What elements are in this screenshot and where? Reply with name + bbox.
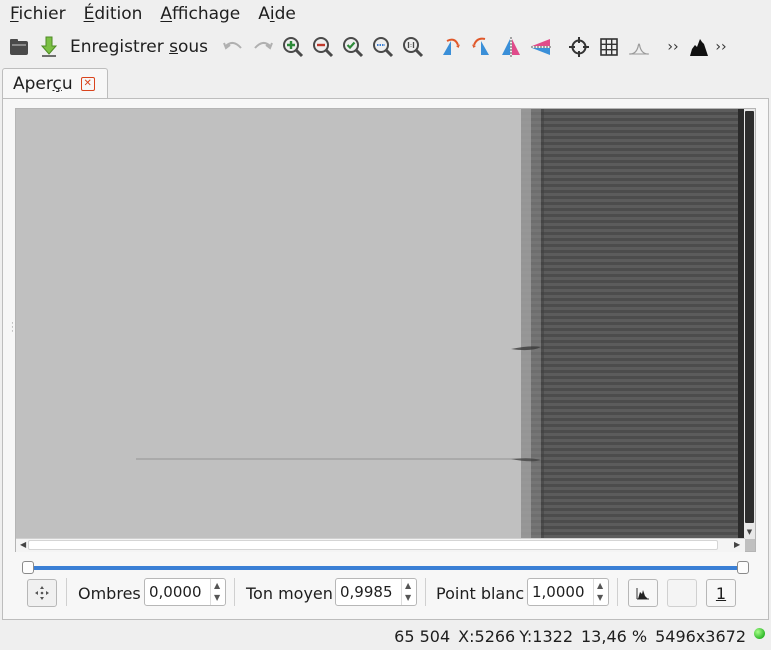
undo-icon	[223, 42, 242, 50]
midtone-stepper[interactable]: ▲ ▼	[401, 579, 416, 605]
zoom-out-icon	[313, 37, 334, 58]
toolbar-overflow-button-2[interactable]: ››	[714, 39, 728, 55]
histogram-curve-icon	[629, 43, 650, 55]
tab-bar: Aperçu ✕	[0, 66, 771, 99]
pixel-value: 65 504	[394, 626, 451, 646]
decrement-icon[interactable]: ▼	[214, 593, 220, 602]
histogram-toggle-button[interactable]	[628, 579, 658, 607]
shadows-label: Ombres	[78, 584, 141, 603]
zoom-level: 13,46 %	[581, 626, 648, 646]
close-tab-icon[interactable]: ✕	[80, 77, 95, 91]
zoom-100-button[interactable]	[398, 32, 428, 62]
histogram-icon	[690, 39, 709, 56]
menu-edit[interactable]: Édition	[74, 0, 151, 28]
menu-help[interactable]: Aide	[248, 0, 304, 28]
save-as-button[interactable]: Enregistrer sous	[64, 32, 218, 62]
vertical-scrollbar-thumb[interactable]	[745, 111, 754, 523]
menu-bar: Fichier Édition Affichage Aide	[0, 0, 771, 28]
status-bar: 65 504 X:5266 Y:1322 13,46 % 5496x3672	[0, 622, 771, 650]
levels-controls: Ombres 0,0000 ▲ ▼ Ton moyen 0,9985 ▲ ▼ Poi…	[0, 576, 771, 612]
histogram-button[interactable]	[684, 32, 714, 62]
menu-file[interactable]: Fichier	[0, 0, 74, 28]
download-arrow-icon	[40, 36, 58, 57]
move-tool-button[interactable]	[27, 579, 57, 607]
midtone-spinbox[interactable]: 0,9985 ▲ ▼	[335, 578, 417, 606]
increment-icon[interactable]: ▲	[214, 581, 220, 590]
vertical-scrollbar[interactable]: ▼	[744, 109, 755, 539]
white-point-spinbox[interactable]: 1,0000 ▲ ▼	[527, 578, 609, 606]
flip-vertical-icon	[531, 39, 552, 55]
shadows-spinbox[interactable]: 0,0000 ▲ ▼	[144, 578, 226, 606]
menu-view[interactable]: Affichage	[150, 0, 248, 28]
histogram-small-icon	[636, 588, 649, 600]
histogram-curve-button[interactable]	[624, 32, 654, 62]
flip-horizontal-button[interactable]	[496, 32, 526, 62]
separator	[617, 578, 618, 606]
move-arrows-icon	[35, 586, 49, 600]
zoom-fit-button[interactable]	[338, 32, 368, 62]
tab-preview-label: Aperçu	[13, 74, 73, 94]
cursor-x: X:5266	[458, 626, 516, 646]
redo-button[interactable]	[248, 32, 278, 62]
separator	[425, 578, 426, 606]
redo-icon	[254, 42, 273, 50]
scale-one-button[interactable]: 1	[706, 579, 736, 607]
grid-icon	[600, 38, 618, 56]
blank-toggle-button[interactable]	[667, 579, 697, 607]
scroll-right-icon[interactable]: ▶	[734, 540, 740, 549]
folder-icon	[10, 39, 28, 55]
horizontal-scrollbar-thumb[interactable]	[28, 540, 718, 550]
tab-preview[interactable]: Aperçu ✕	[2, 68, 108, 99]
zoom-in-icon	[283, 37, 304, 58]
shadows-value: 0,0000	[149, 583, 202, 601]
decrement-icon[interactable]: ▼	[597, 593, 603, 602]
scale-one-label: 1	[715, 583, 727, 603]
flip-horizontal-icon	[502, 37, 521, 57]
preview-viewport[interactable]	[15, 108, 756, 552]
toolbar-overflow-button[interactable]: ››	[662, 39, 684, 55]
grid-button[interactable]	[594, 32, 624, 62]
zoom-100-icon	[403, 37, 424, 58]
zoom-fit-icon	[343, 37, 364, 58]
cursor-y: Y:1322	[519, 626, 573, 646]
image-size: 5496x3672	[655, 626, 746, 646]
zoom-width-icon	[373, 37, 394, 58]
increment-icon[interactable]: ▲	[597, 581, 603, 590]
levels-slider-track	[28, 566, 742, 570]
separator	[66, 578, 67, 606]
increment-icon[interactable]: ▲	[405, 581, 411, 590]
flip-vertical-button[interactable]	[526, 32, 556, 62]
rotate-right-icon	[472, 37, 490, 55]
midtone-label: Ton moyen	[246, 584, 333, 603]
levels-white-handle[interactable]	[737, 561, 749, 574]
horizontal-scrollbar[interactable]: ◀ ▶	[16, 538, 745, 552]
undo-button[interactable]	[218, 32, 248, 62]
open-folder-button[interactable]	[4, 32, 34, 62]
toolbar: Enregistrer sous ›› ››	[0, 30, 771, 64]
save-button[interactable]	[34, 32, 64, 62]
zoom-out-button[interactable]	[308, 32, 338, 62]
separator	[234, 578, 235, 606]
splitter-handle[interactable]: · · ·	[11, 320, 14, 337]
scroll-left-icon[interactable]: ◀	[20, 540, 26, 549]
midtone-value: 0,9985	[340, 583, 393, 601]
zoom-width-button[interactable]	[368, 32, 398, 62]
decrement-icon[interactable]: ▼	[405, 593, 411, 602]
preview-image	[16, 109, 745, 539]
rotate-left-button[interactable]	[436, 32, 466, 62]
crosshair-button[interactable]	[564, 32, 594, 62]
shadows-stepper[interactable]: ▲ ▼	[210, 579, 225, 605]
zoom-in-button[interactable]	[278, 32, 308, 62]
crosshair-icon	[569, 37, 590, 57]
white-point-stepper[interactable]: ▲ ▼	[593, 579, 608, 605]
white-point-label: Point blanc	[436, 584, 525, 603]
levels-slider[interactable]	[22, 560, 749, 576]
rotate-right-button[interactable]	[466, 32, 496, 62]
rotate-left-icon	[443, 38, 461, 55]
status-ok-icon	[754, 627, 765, 639]
levels-black-handle[interactable]	[22, 561, 34, 574]
white-point-value: 1,0000	[532, 583, 585, 601]
scroll-down-icon[interactable]: ▼	[745, 527, 754, 537]
